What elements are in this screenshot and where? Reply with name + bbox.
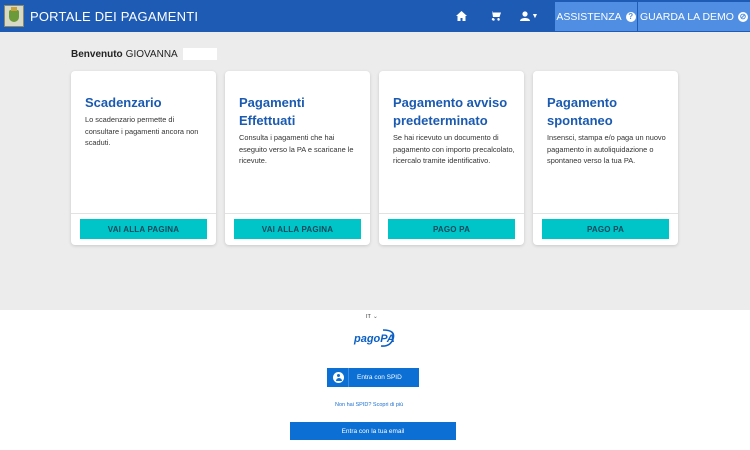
- chevron-down-icon: ▼: [531, 12, 539, 20]
- cart-icon[interactable]: [478, 0, 512, 32]
- language-code: IT: [366, 313, 371, 320]
- card-divider: [71, 213, 216, 214]
- pagopa-logo-text: pagoPA: [353, 333, 395, 345]
- portal-title[interactable]: PORTALE DEI PAGAMENTI: [30, 9, 198, 24]
- spid-login-label: Entra con SPID: [357, 374, 402, 381]
- card-description: Se hai ricevuto un documento di pagament…: [393, 133, 515, 165]
- email-login-button[interactable]: Entra con la tua email: [290, 422, 456, 440]
- user-name: GIOVANNA: [125, 48, 178, 60]
- button-divider: [348, 368, 349, 387]
- card-description: Consulta i pagamenti che hai eseguito ve…: [239, 133, 354, 165]
- home-icon[interactable]: [444, 0, 478, 32]
- card-description: Insensci, stampa e/o paga un nuovo pagam…: [547, 133, 666, 165]
- language-selector[interactable]: IT ⌄: [366, 313, 378, 321]
- help-icon: ?: [625, 11, 636, 22]
- welcome-message: Benvenuto GIOVANNA: [71, 48, 217, 60]
- pagopa-logo: pagoPA: [353, 329, 395, 347]
- card-button[interactable]: VAI ALLA PAGINA: [234, 219, 361, 239]
- assistance-button[interactable]: ASSISTENZA ?: [555, 2, 637, 31]
- card-scadenzario: Scadenzario Lo scadenzario permette di c…: [71, 71, 216, 245]
- card-pagamenti-effettuati: Pagamenti Effettuati Consulta i pagament…: [225, 71, 370, 245]
- card-divider: [533, 213, 678, 214]
- municipality-logo[interactable]: [4, 5, 24, 27]
- watch-demo-button[interactable]: GUARDA LA DEMO ⊘: [638, 2, 750, 31]
- welcome-prefix: Benvenuto: [71, 48, 123, 60]
- assistance-label: ASSISTENZA: [556, 10, 622, 23]
- card-button[interactable]: VAI ALLA PAGINA: [80, 219, 207, 239]
- redacted-surname: [182, 48, 217, 60]
- user-icon: [519, 11, 530, 21]
- card-button[interactable]: PAGO PA: [542, 219, 669, 239]
- card-button[interactable]: PAGO PA: [388, 219, 515, 239]
- top-header: PORTALE DEI PAGAMENTI ▼ ASSISTENZA ? GUA…: [0, 0, 750, 32]
- watch-demo-label: GUARDA LA DEMO: [640, 10, 734, 23]
- main-content: Benvenuto GIOVANNA Scadenzario Lo scaden…: [0, 32, 750, 310]
- card-description: Lo scadenzario permette di consultare i …: [85, 115, 199, 147]
- card-divider: [225, 213, 370, 214]
- card-title: Pagamenti Effettuati: [239, 95, 305, 128]
- spid-login-button[interactable]: Entra con SPID: [327, 368, 419, 387]
- card-divider: [379, 213, 524, 214]
- no-spid-link[interactable]: Non hai SPID? Scopri di più: [335, 402, 403, 408]
- card-title: Pagamento avviso predeterminato: [393, 95, 508, 128]
- card-pagamento-spontaneo: Pagamento spontaneo Insensci, stampa e/o…: [533, 71, 678, 245]
- card-title: Scadenzario: [85, 95, 162, 110]
- card-title: Pagamento spontaneo: [547, 95, 618, 128]
- card-pagamento-avviso: Pagamento avviso predeterminato Se hai r…: [379, 71, 524, 245]
- chevron-down-icon: ⌄: [372, 314, 378, 320]
- spid-user-icon: [333, 372, 344, 383]
- header-nav-icons: ▼: [444, 0, 546, 32]
- user-menu-button[interactable]: ▼: [512, 0, 546, 32]
- play-circle-icon: ⊘: [737, 11, 748, 22]
